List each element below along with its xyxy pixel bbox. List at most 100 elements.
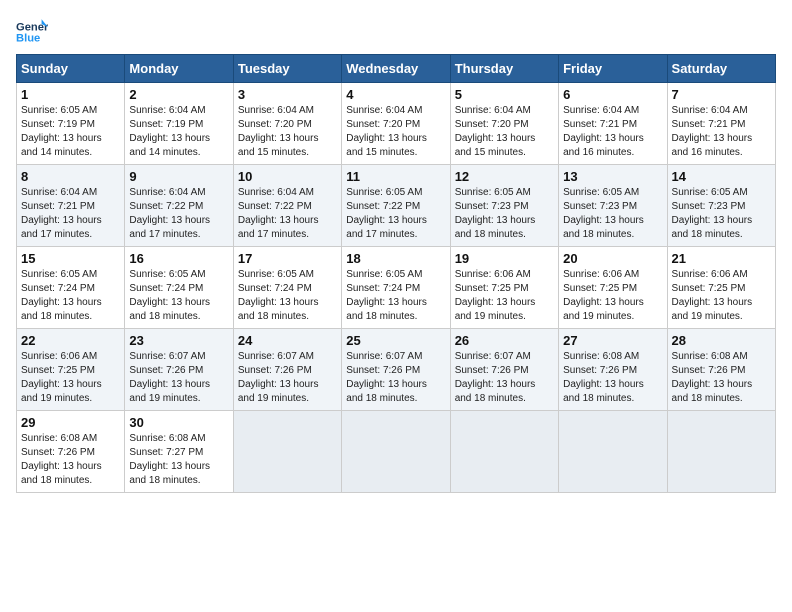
day-info: Sunrise: 6:07 AMSunset: 7:26 PMDaylight:…: [346, 351, 427, 404]
weekday-header-thursday: Thursday: [450, 55, 558, 83]
calendar-week-row: 29 Sunrise: 6:08 AMSunset: 7:26 PMDaylig…: [17, 411, 776, 493]
day-number: 5: [455, 87, 554, 102]
calendar-cell: 17 Sunrise: 6:05 AMSunset: 7:24 PMDaylig…: [233, 247, 341, 329]
calendar-cell: 5 Sunrise: 6:04 AMSunset: 7:20 PMDayligh…: [450, 83, 558, 165]
day-info: Sunrise: 6:05 AMSunset: 7:23 PMDaylight:…: [563, 187, 644, 240]
header: General Blue: [16, 16, 776, 48]
calendar-week-row: 22 Sunrise: 6:06 AMSunset: 7:25 PMDaylig…: [17, 329, 776, 411]
day-number: 29: [21, 415, 120, 430]
day-info: Sunrise: 6:04 AMSunset: 7:21 PMDaylight:…: [21, 187, 102, 240]
weekday-header-friday: Friday: [559, 55, 667, 83]
calendar-cell: 18 Sunrise: 6:05 AMSunset: 7:24 PMDaylig…: [342, 247, 450, 329]
calendar-cell: 3 Sunrise: 6:04 AMSunset: 7:20 PMDayligh…: [233, 83, 341, 165]
calendar-cell: 11 Sunrise: 6:05 AMSunset: 7:22 PMDaylig…: [342, 165, 450, 247]
logo-icon: General Blue: [16, 16, 48, 48]
day-info: Sunrise: 6:04 AMSunset: 7:22 PMDaylight:…: [238, 187, 319, 240]
day-number: 14: [672, 169, 771, 184]
day-number: 27: [563, 333, 662, 348]
day-number: 19: [455, 251, 554, 266]
calendar-cell: 12 Sunrise: 6:05 AMSunset: 7:23 PMDaylig…: [450, 165, 558, 247]
calendar-cell: 16 Sunrise: 6:05 AMSunset: 7:24 PMDaylig…: [125, 247, 233, 329]
calendar-cell: 7 Sunrise: 6:04 AMSunset: 7:21 PMDayligh…: [667, 83, 775, 165]
weekday-header-tuesday: Tuesday: [233, 55, 341, 83]
day-info: Sunrise: 6:07 AMSunset: 7:26 PMDaylight:…: [238, 351, 319, 404]
day-info: Sunrise: 6:05 AMSunset: 7:23 PMDaylight:…: [672, 187, 753, 240]
day-info: Sunrise: 6:05 AMSunset: 7:24 PMDaylight:…: [129, 269, 210, 322]
day-info: Sunrise: 6:04 AMSunset: 7:20 PMDaylight:…: [346, 105, 427, 158]
calendar-cell: 14 Sunrise: 6:05 AMSunset: 7:23 PMDaylig…: [667, 165, 775, 247]
day-info: Sunrise: 6:04 AMSunset: 7:20 PMDaylight:…: [238, 105, 319, 158]
day-number: 4: [346, 87, 445, 102]
calendar-cell: 26 Sunrise: 6:07 AMSunset: 7:26 PMDaylig…: [450, 329, 558, 411]
calendar-cell: 25 Sunrise: 6:07 AMSunset: 7:26 PMDaylig…: [342, 329, 450, 411]
day-number: 18: [346, 251, 445, 266]
day-number: 30: [129, 415, 228, 430]
day-number: 17: [238, 251, 337, 266]
day-number: 24: [238, 333, 337, 348]
day-info: Sunrise: 6:05 AMSunset: 7:24 PMDaylight:…: [21, 269, 102, 322]
calendar-cell: 21 Sunrise: 6:06 AMSunset: 7:25 PMDaylig…: [667, 247, 775, 329]
day-info: Sunrise: 6:04 AMSunset: 7:19 PMDaylight:…: [129, 105, 210, 158]
day-number: 9: [129, 169, 228, 184]
calendar-cell: [233, 411, 341, 493]
day-info: Sunrise: 6:04 AMSunset: 7:22 PMDaylight:…: [129, 187, 210, 240]
day-info: Sunrise: 6:05 AMSunset: 7:24 PMDaylight:…: [346, 269, 427, 322]
calendar-cell: 10 Sunrise: 6:04 AMSunset: 7:22 PMDaylig…: [233, 165, 341, 247]
calendar-cell: 8 Sunrise: 6:04 AMSunset: 7:21 PMDayligh…: [17, 165, 125, 247]
calendar-cell: [342, 411, 450, 493]
day-info: Sunrise: 6:05 AMSunset: 7:22 PMDaylight:…: [346, 187, 427, 240]
day-info: Sunrise: 6:06 AMSunset: 7:25 PMDaylight:…: [455, 269, 536, 322]
calendar-cell: 15 Sunrise: 6:05 AMSunset: 7:24 PMDaylig…: [17, 247, 125, 329]
calendar-week-row: 15 Sunrise: 6:05 AMSunset: 7:24 PMDaylig…: [17, 247, 776, 329]
day-info: Sunrise: 6:05 AMSunset: 7:19 PMDaylight:…: [21, 105, 102, 158]
calendar-cell: [450, 411, 558, 493]
calendar-cell: 9 Sunrise: 6:04 AMSunset: 7:22 PMDayligh…: [125, 165, 233, 247]
day-info: Sunrise: 6:05 AMSunset: 7:23 PMDaylight:…: [455, 187, 536, 240]
calendar-week-row: 8 Sunrise: 6:04 AMSunset: 7:21 PMDayligh…: [17, 165, 776, 247]
weekday-header-row: SundayMondayTuesdayWednesdayThursdayFrid…: [17, 55, 776, 83]
calendar-cell: 22 Sunrise: 6:06 AMSunset: 7:25 PMDaylig…: [17, 329, 125, 411]
day-number: 10: [238, 169, 337, 184]
day-info: Sunrise: 6:07 AMSunset: 7:26 PMDaylight:…: [455, 351, 536, 404]
day-number: 6: [563, 87, 662, 102]
calendar-cell: 19 Sunrise: 6:06 AMSunset: 7:25 PMDaylig…: [450, 247, 558, 329]
day-number: 20: [563, 251, 662, 266]
day-info: Sunrise: 6:08 AMSunset: 7:26 PMDaylight:…: [563, 351, 644, 404]
day-info: Sunrise: 6:06 AMSunset: 7:25 PMDaylight:…: [21, 351, 102, 404]
day-number: 1: [21, 87, 120, 102]
day-number: 22: [21, 333, 120, 348]
calendar-cell: 30 Sunrise: 6:08 AMSunset: 7:27 PMDaylig…: [125, 411, 233, 493]
day-info: Sunrise: 6:08 AMSunset: 7:27 PMDaylight:…: [129, 433, 210, 486]
day-number: 16: [129, 251, 228, 266]
weekday-header-monday: Monday: [125, 55, 233, 83]
calendar-cell: 4 Sunrise: 6:04 AMSunset: 7:20 PMDayligh…: [342, 83, 450, 165]
day-number: 3: [238, 87, 337, 102]
calendar-cell: 23 Sunrise: 6:07 AMSunset: 7:26 PMDaylig…: [125, 329, 233, 411]
day-info: Sunrise: 6:08 AMSunset: 7:26 PMDaylight:…: [672, 351, 753, 404]
calendar-cell: 27 Sunrise: 6:08 AMSunset: 7:26 PMDaylig…: [559, 329, 667, 411]
day-number: 7: [672, 87, 771, 102]
day-number: 28: [672, 333, 771, 348]
svg-text:Blue: Blue: [16, 33, 40, 45]
calendar-week-row: 1 Sunrise: 6:05 AMSunset: 7:19 PMDayligh…: [17, 83, 776, 165]
calendar-cell: 20 Sunrise: 6:06 AMSunset: 7:25 PMDaylig…: [559, 247, 667, 329]
day-number: 13: [563, 169, 662, 184]
day-number: 11: [346, 169, 445, 184]
weekday-header-saturday: Saturday: [667, 55, 775, 83]
calendar-cell: 24 Sunrise: 6:07 AMSunset: 7:26 PMDaylig…: [233, 329, 341, 411]
calendar-cell: 13 Sunrise: 6:05 AMSunset: 7:23 PMDaylig…: [559, 165, 667, 247]
day-number: 23: [129, 333, 228, 348]
day-number: 12: [455, 169, 554, 184]
day-info: Sunrise: 6:07 AMSunset: 7:26 PMDaylight:…: [129, 351, 210, 404]
calendar-cell: [559, 411, 667, 493]
weekday-header-wednesday: Wednesday: [342, 55, 450, 83]
day-number: 26: [455, 333, 554, 348]
day-info: Sunrise: 6:04 AMSunset: 7:20 PMDaylight:…: [455, 105, 536, 158]
calendar-cell: 28 Sunrise: 6:08 AMSunset: 7:26 PMDaylig…: [667, 329, 775, 411]
day-number: 25: [346, 333, 445, 348]
logo: General Blue: [16, 16, 48, 48]
weekday-header-sunday: Sunday: [17, 55, 125, 83]
day-info: Sunrise: 6:08 AMSunset: 7:26 PMDaylight:…: [21, 433, 102, 486]
day-info: Sunrise: 6:05 AMSunset: 7:24 PMDaylight:…: [238, 269, 319, 322]
calendar-table: SundayMondayTuesdayWednesdayThursdayFrid…: [16, 54, 776, 493]
